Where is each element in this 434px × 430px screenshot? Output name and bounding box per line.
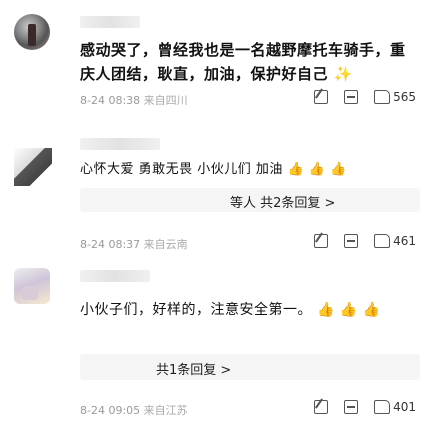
username-blurred[interactable]: [80, 138, 160, 150]
emoji: 👍 👍 👍: [287, 162, 347, 177]
reply-preview-box[interactable]: 等人 共2条回复 >: [80, 188, 420, 212]
avatar[interactable]: [14, 14, 50, 50]
thumbs-up-icon: [374, 90, 391, 104]
comment-meta: 8-24 09:05 来自江苏: [80, 402, 188, 418]
like-count: 565: [393, 90, 416, 104]
edit-icon[interactable]: [314, 400, 329, 414]
comment-meta: 8-24 08:38 来自四川: [80, 92, 188, 108]
comment-actions: 401: [314, 400, 416, 414]
edit-icon[interactable]: [314, 90, 329, 104]
avatar[interactable]: [14, 148, 52, 186]
comment-date: 8-24 08:38: [80, 94, 141, 107]
comment-text: 心怀大爱 勇敢无畏 小伙儿们 加油 👍 👍 👍: [80, 162, 347, 177]
thumbs-up-icon: [374, 400, 391, 414]
like-button[interactable]: 461: [374, 234, 416, 248]
view-replies-link[interactable]: 共1条回复 >: [156, 359, 231, 378]
thumbs-up-icon: [374, 234, 391, 248]
comment-location: 来自四川: [143, 94, 188, 107]
like-count: 401: [393, 400, 416, 414]
comment-text: 感动哭了，曾经我也是一名越野摩托车骑手，重庆人团结，耿直，加油，保护好自己 ✨: [80, 41, 406, 83]
comment-date: 8-24 08:37: [80, 238, 141, 251]
reply-icon[interactable]: [344, 90, 359, 104]
emoji: ✨: [333, 65, 353, 83]
avatar[interactable]: [14, 268, 50, 304]
like-button[interactable]: 401: [374, 400, 416, 414]
like-count: 461: [393, 234, 416, 248]
reply-icon[interactable]: [344, 400, 359, 414]
emoji: 👍 👍 👍: [316, 302, 381, 318]
reply-preview-box[interactable]: 共1条回复 >: [80, 354, 420, 380]
edit-icon[interactable]: [314, 234, 329, 248]
username-blurred[interactable]: [80, 270, 150, 282]
view-replies-link[interactable]: 等人 共2条回复 >: [230, 192, 335, 211]
username-blurred[interactable]: [80, 16, 140, 28]
comment-location: 来自江苏: [143, 404, 188, 417]
comment-location: 来自云南: [143, 238, 188, 251]
reply-icon[interactable]: [344, 234, 359, 248]
comment-date: 8-24 09:05: [80, 404, 141, 417]
comment-actions: 565: [314, 90, 416, 104]
like-button[interactable]: 565: [374, 90, 416, 104]
comment-text: 小伙子们，好样的，注意安全第一。 👍 👍 👍: [80, 302, 381, 318]
comment-actions: 461: [314, 234, 416, 248]
comment-meta: 8-24 08:37 来自云南: [80, 236, 188, 252]
